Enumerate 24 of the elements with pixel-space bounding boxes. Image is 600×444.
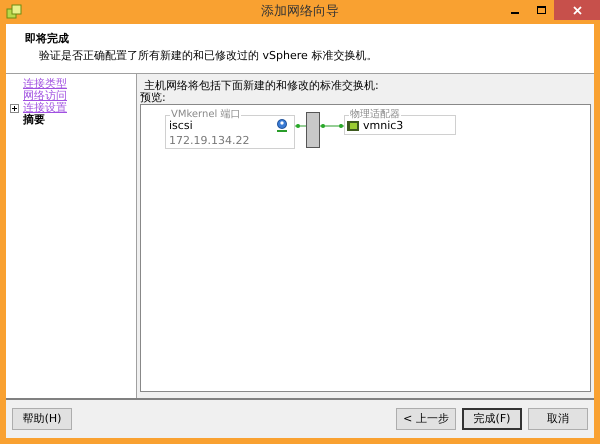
port-name: iscsi [169,119,193,132]
port-group-legend: VMkernel 端口 [170,110,242,120]
finish-button[interactable]: 完成(F) [462,408,522,430]
network-card-icon [347,121,359,131]
switch-bar [306,112,320,148]
help-button[interactable]: 帮助(H) [12,408,72,430]
header-title: 即将完成 [25,31,70,47]
connector-line [320,123,344,129]
header-subtitle: 验证是否正确配置了所有新建的和已修改过的 vSphere 标准交换机。 [38,48,378,64]
intro-text: 主机网络将包括下面新建的和修改的标准交换机: [143,80,380,92]
network-icon [276,119,288,133]
port-ip: 172.19.134.22 [169,134,250,148]
window-title: 添加网络向导 [261,3,339,22]
back-button[interactable]: < 上一步 [396,408,456,430]
expand-icon[interactable] [10,104,19,112]
nav-item[interactable]: 摘要 [23,112,45,128]
app-icon [6,4,22,20]
close-button[interactable] [554,0,600,20]
connector-line [295,123,306,129]
adapter-name: vmnic3 [363,118,404,134]
close-icon [572,6,582,14]
preview-label: 预览: [140,92,167,104]
adapter-legend: 物理适配器 [349,110,401,120]
cancel-button[interactable]: 取消 [528,408,588,430]
